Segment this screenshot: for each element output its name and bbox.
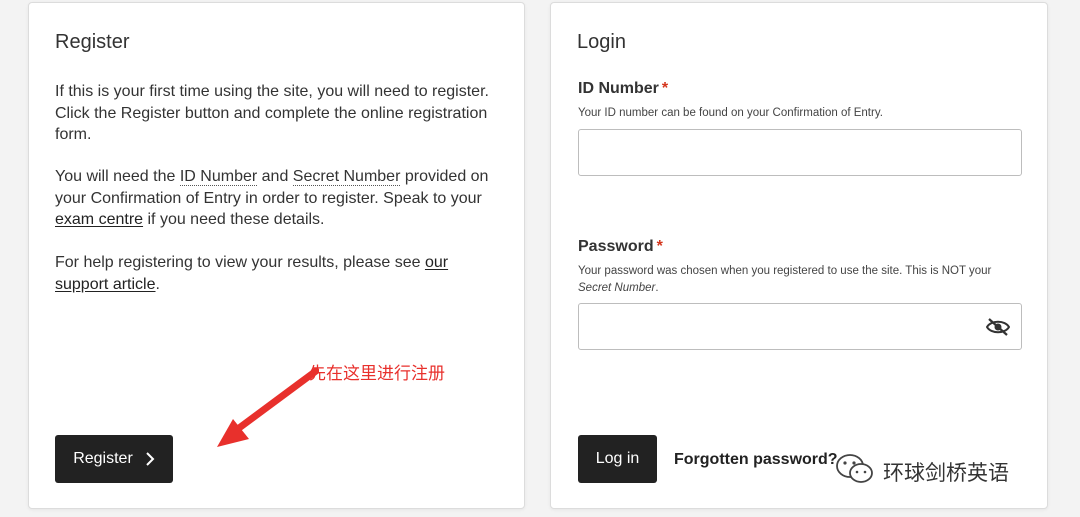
watermark-text: 环球剑桥英语 <box>883 460 1009 485</box>
id-number-input[interactable] <box>578 129 1022 176</box>
password-input[interactable] <box>578 303 1022 350</box>
register-button[interactable]: Register <box>55 435 173 483</box>
id-number-label: ID Number * <box>578 80 668 98</box>
required-marker: * <box>661 80 669 97</box>
text-fragment: You will need the <box>55 168 180 185</box>
red-arrow-annotation <box>217 367 319 447</box>
text-fragment: For help registering to view your result… <box>55 254 425 271</box>
annotation-text: 先在这里进行注册 <box>309 364 445 384</box>
text-fragment: . <box>155 275 160 293</box>
id-number-hint: Your ID number can be found on your Conf… <box>578 107 883 119</box>
watermark: 环球剑桥英语 <box>835 452 1009 491</box>
password-hint: Your password was chosen when you regist… <box>578 263 1018 296</box>
password-label-text: Password <box>578 238 654 255</box>
id-number-label-text: ID Number <box>578 80 659 97</box>
eye-slash-icon[interactable] <box>985 316 1011 338</box>
register-help-text: For help registering to view your result… <box>55 252 505 295</box>
password-label: Password * <box>578 238 663 256</box>
secret-number-emphasis: Secret Number <box>578 281 656 294</box>
id-number-term: ID Number <box>179 168 258 186</box>
page: Register If this is your first time usin… <box>0 0 1080 517</box>
secret-number-term: Secret Number <box>292 168 401 186</box>
register-title: Register <box>55 31 130 53</box>
text-fragment: Your password was chosen when you regist… <box>578 265 992 277</box>
exam-centre-link[interactable]: exam centre <box>55 211 143 228</box>
text-fragment: and <box>257 168 293 185</box>
register-requirements-text: You will need the ID Number and Secret N… <box>55 166 505 231</box>
wechat-icon <box>835 452 875 491</box>
register-card: Register If this is your first time usin… <box>28 2 525 509</box>
login-title: Login <box>577 31 626 53</box>
register-intro-text: If this is your first time using the sit… <box>55 83 489 143</box>
login-button[interactable]: Log in <box>578 435 657 483</box>
text-fragment: if you need these details. <box>143 211 325 228</box>
text-fragment: . <box>655 281 659 294</box>
required-marker: * <box>656 238 663 255</box>
register-button-label: Register <box>73 450 133 467</box>
chevron-right-icon <box>145 451 155 467</box>
forgotten-password-link[interactable]: Forgotten password? <box>674 451 838 469</box>
login-card: Login ID Number * Your ID number can be f… <box>550 2 1048 509</box>
